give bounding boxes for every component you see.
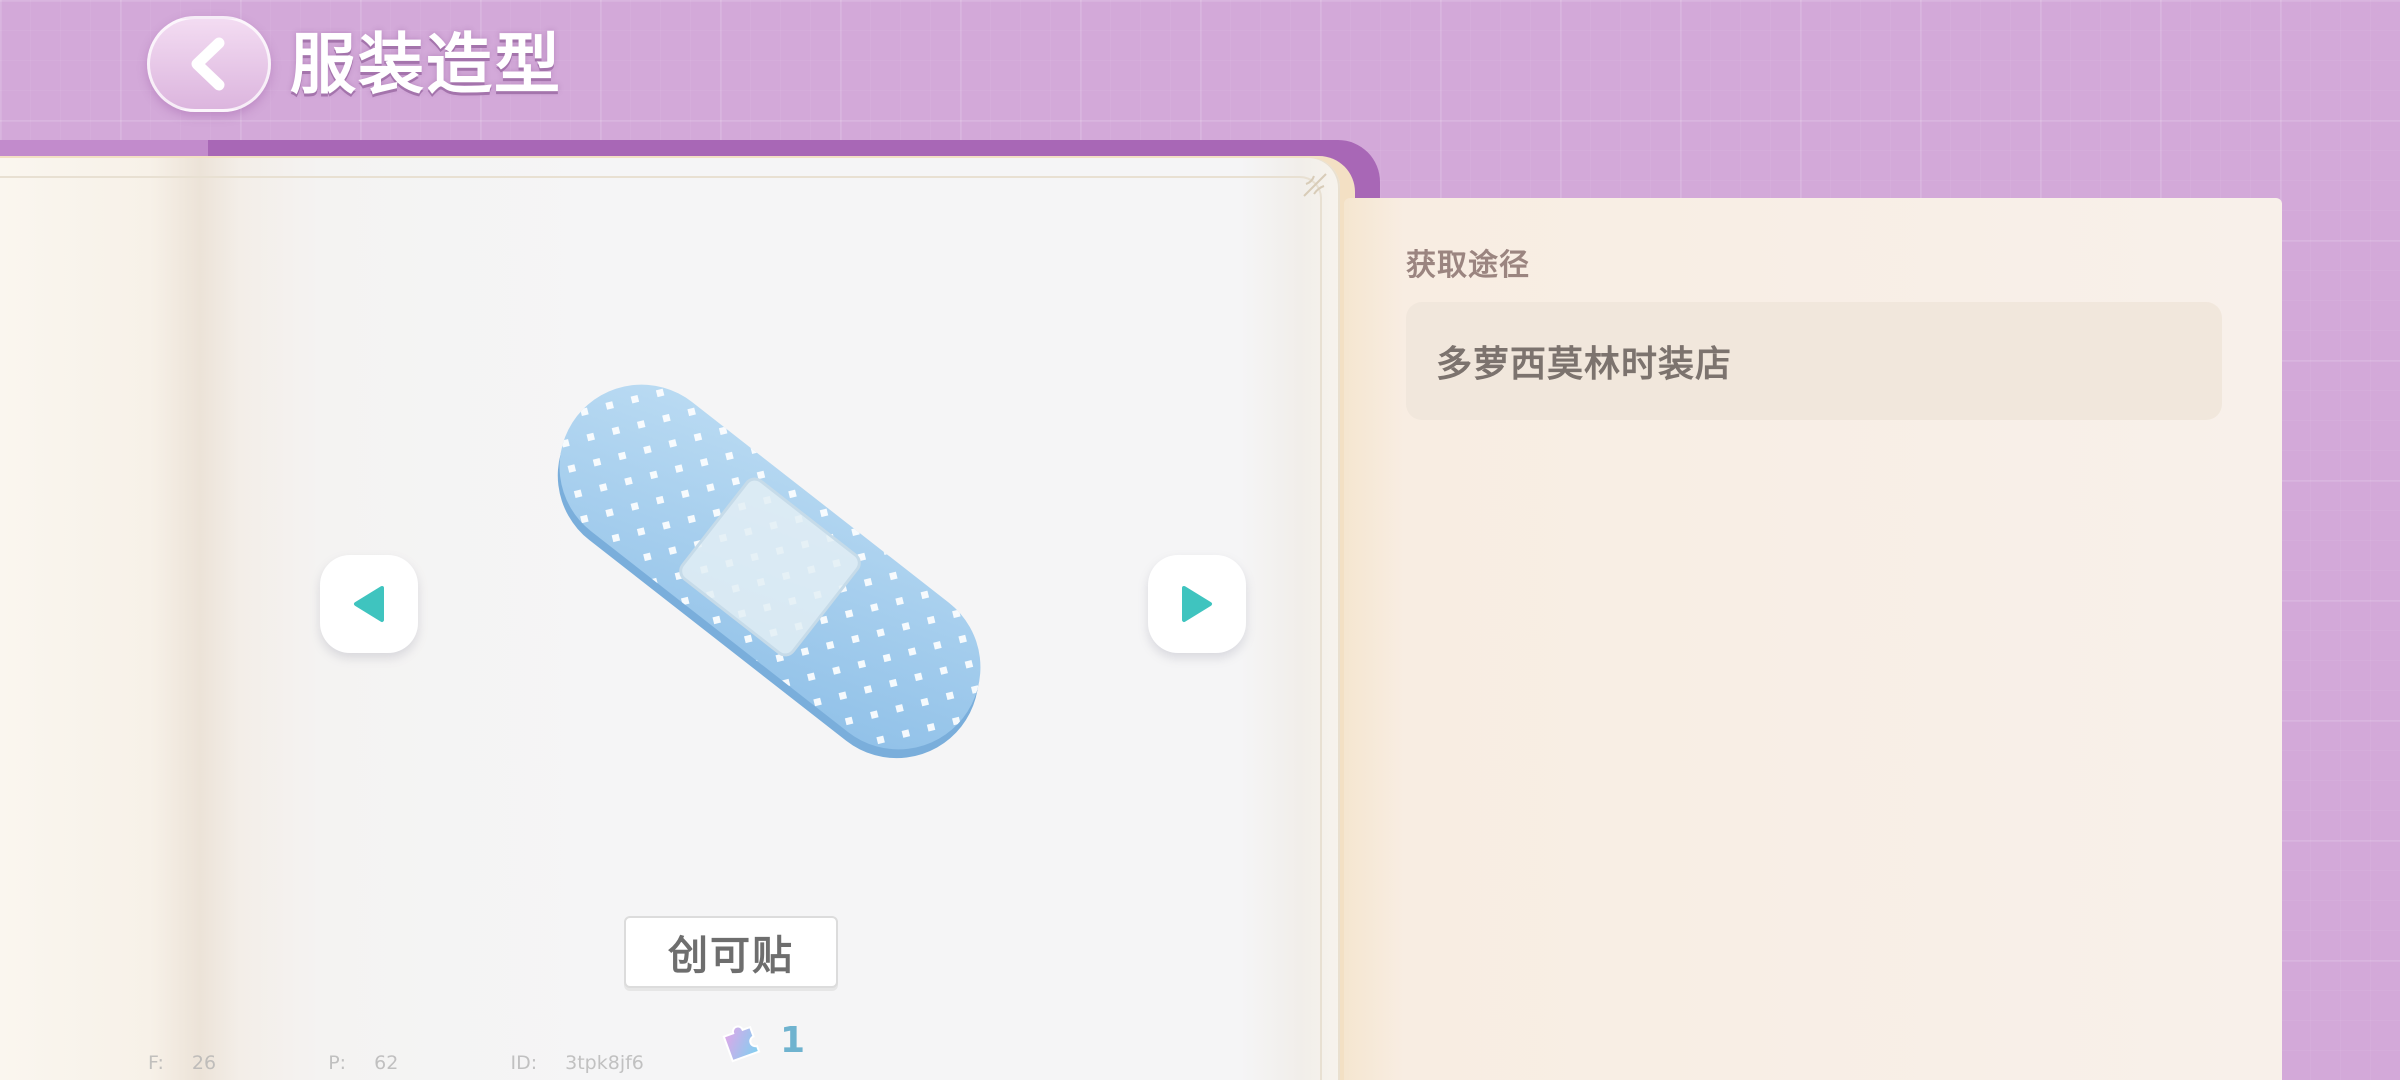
source-entry[interactable]: 多萝西莫林时装店: [1406, 302, 2222, 420]
source-label: 获取途径: [1406, 248, 1530, 283]
bandage-icon: [557, 384, 981, 759]
puzzle-piece-icon: [722, 1025, 761, 1063]
item-count: 1: [718, 1012, 805, 1068]
debug-info: F: 26 P: 62 ID: 3tpk8jf6: [148, 1052, 644, 1074]
corner-ornament-icon: [1303, 173, 1327, 197]
page-title: 服装造型: [290, 26, 562, 103]
chevron-left-icon: [191, 37, 225, 91]
back-button[interactable]: [147, 16, 271, 112]
next-item-button[interactable]: [1148, 555, 1246, 653]
triangle-left-icon: [354, 586, 384, 622]
previous-item-button[interactable]: [320, 555, 418, 653]
item-count-value: 1: [780, 1019, 806, 1061]
triangle-right-icon: [1182, 586, 1212, 622]
item-name-label: 创可贴: [624, 916, 838, 988]
